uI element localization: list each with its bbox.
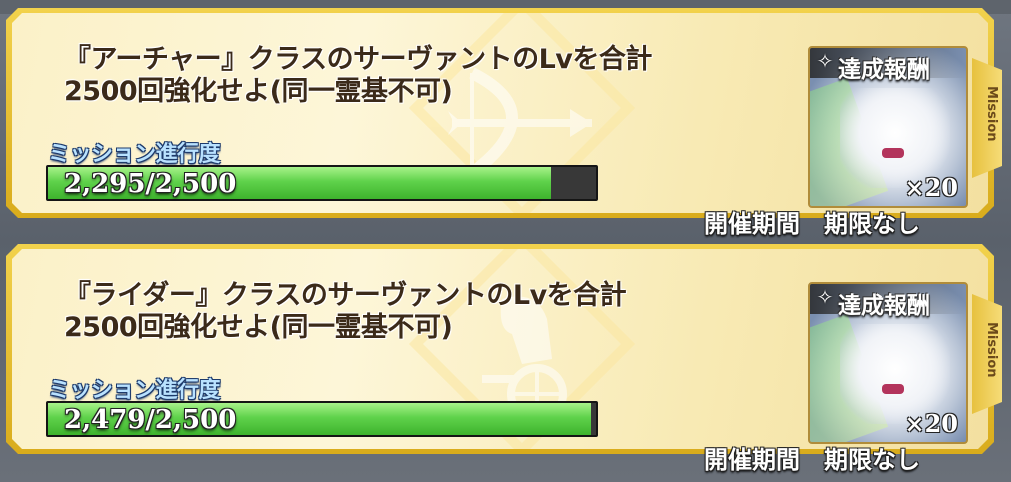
mission-card[interactable]: 『アーチャー』クラスのサーヴァントのLvを合計 2500回強化せよ(同一霊基不可… [6, 8, 1006, 238]
mission-card[interactable]: 『ライダー』クラスのサーヴァントのLvを合計 2500回強化せよ(同一霊基不可)… [6, 244, 1006, 474]
progress-label: ミッション進行度 [48, 378, 221, 403]
period-info: 開催期間 期限なし [704, 440, 920, 475]
reward-count: ×20 [904, 409, 958, 438]
mission-title-line1: 『ライダー』クラスのサーヴァントのLvを合計 [64, 280, 627, 311]
reward-ribbon [882, 384, 904, 394]
period-label: 開催期間 [704, 210, 800, 238]
period-label: 開催期間 [704, 446, 800, 474]
period-value: 期限なし [824, 446, 920, 474]
reward-tag: ✧ 達成報酬 [810, 48, 966, 83]
reward-count: ×20 [904, 173, 958, 202]
progress-label: ミッション進行度 [48, 142, 221, 167]
reward-thumbnail[interactable]: ✧ 達成報酬 ×20 [808, 282, 968, 444]
mission-side-label: Mission [984, 322, 999, 378]
mission-title-line2: 2500回強化せよ(同一霊基不可) [64, 76, 453, 107]
progress-value: 2,295/2,500 [64, 169, 237, 199]
reward-sparkle-icon: ✧ [816, 285, 834, 309]
mission-description: 『ライダー』クラスのサーヴァントのLvを合計 2500回強化せよ(同一霊基不可) [64, 280, 714, 344]
mission-description: 『アーチャー』クラスのサーヴァントのLvを合計 2500回強化せよ(同一霊基不可… [64, 44, 714, 108]
reward-sparkle-icon: ✧ [816, 49, 834, 73]
reward-label: 達成報酬 [838, 293, 930, 319]
mission-side-label: Mission [984, 86, 999, 142]
reward-label: 達成報酬 [838, 57, 930, 83]
period-value: 期限なし [824, 210, 920, 238]
mission-title-line1: 『アーチャー』クラスのサーヴァントのLvを合計 [64, 44, 652, 75]
reward-thumbnail[interactable]: ✧ 達成報酬 ×20 [808, 46, 968, 208]
mission-title-line2: 2500回強化せよ(同一霊基不可) [64, 312, 453, 343]
period-info: 開催期間 期限なし [704, 204, 920, 239]
reward-ribbon [882, 148, 904, 158]
progress-value: 2,479/2,500 [64, 405, 237, 435]
reward-tag: ✧ 達成報酬 [810, 284, 966, 319]
